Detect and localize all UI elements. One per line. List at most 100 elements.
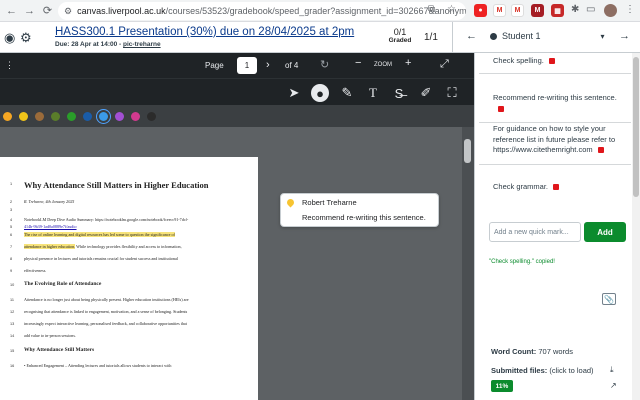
color-swatch[interactable] bbox=[19, 112, 28, 121]
document-line-rest: While technology provides flexibility an… bbox=[75, 244, 182, 249]
delete-icon[interactable] bbox=[553, 184, 560, 191]
graded-number: 0/1 bbox=[393, 27, 407, 37]
fullscreen-icon[interactable]: ⤢ bbox=[440, 58, 449, 71]
extension-red-icon[interactable]: ● bbox=[474, 4, 487, 17]
color-swatch[interactable] bbox=[147, 112, 156, 121]
document-page[interactable]: 1 Why Attendance Still Matters in Higher… bbox=[0, 157, 258, 400]
color-swatch[interactable] bbox=[115, 112, 124, 121]
next-student-icon[interactable]: → bbox=[619, 30, 630, 42]
highlight-pen-icon[interactable]: ✎ bbox=[338, 84, 356, 102]
install-app-icon[interactable]: ⧉ bbox=[428, 4, 435, 15]
comment-author: Robert Treharne bbox=[302, 198, 357, 207]
quick-comment-item[interactable]: For guidance on how to style your refere… bbox=[479, 117, 631, 165]
rotate-icon[interactable]: ↻ bbox=[320, 58, 329, 71]
document-scrollbar[interactable] bbox=[462, 127, 474, 400]
delete-icon[interactable] bbox=[498, 105, 504, 112]
more-menu-icon[interactable]: ⋮ bbox=[625, 4, 635, 15]
extensions-puzzle-icon[interactable]: ✱ bbox=[571, 4, 579, 15]
assignment-title[interactable]: HASS300.1 Presentation (30%) due on 28/0… bbox=[55, 26, 354, 38]
zoom-in-icon[interactable]: + bbox=[405, 57, 411, 69]
bookmark-star-icon[interactable]: ☆ bbox=[447, 4, 456, 15]
panel-scroll-thumb[interactable] bbox=[633, 57, 639, 197]
highlighted-text[interactable]: attendance in higher education. bbox=[24, 244, 76, 249]
color-swatch[interactable] bbox=[99, 112, 108, 121]
extension-m-icon[interactable]: M bbox=[531, 4, 544, 17]
line-number: 15 bbox=[10, 349, 15, 353]
quick-comment-item[interactable]: Check spelling. bbox=[479, 53, 631, 74]
color-swatch[interactable] bbox=[83, 112, 92, 121]
line-number: 12 bbox=[10, 310, 15, 314]
strikeout-icon[interactable]: S̶ bbox=[390, 84, 408, 102]
graded-count: 0/1 Graded bbox=[387, 27, 413, 44]
click-to-load-link[interactable]: (click to load) bbox=[549, 366, 593, 375]
sidebar-menu-icon[interactable]: ⋮ bbox=[5, 60, 14, 71]
add-quick-mark-button[interactable]: Add bbox=[584, 222, 626, 242]
page-total: of 4 bbox=[285, 61, 299, 70]
delete-icon[interactable] bbox=[597, 147, 604, 154]
page-number-input[interactable]: 1 bbox=[237, 57, 257, 74]
text-tool-icon[interactable]: T bbox=[364, 84, 382, 102]
select-cursor-icon[interactable]: ➤ bbox=[285, 84, 303, 102]
line-number: 10 bbox=[10, 283, 15, 287]
address-bar[interactable]: ⚙ canvas.liverpool.ac.uk /courses/53523/… bbox=[58, 2, 466, 20]
line-number: 7 bbox=[10, 245, 13, 249]
line-number: 4 bbox=[10, 218, 13, 222]
zoom-out-icon[interactable]: − bbox=[355, 57, 361, 69]
forward-icon[interactable]: → bbox=[21, 2, 38, 19]
submitted-files: Submitted files: (click to load) bbox=[491, 366, 594, 375]
prev-student-icon[interactable]: ← bbox=[466, 30, 477, 42]
site-info-icon[interactable]: ⚙ bbox=[64, 6, 72, 17]
submitted-files-label: Submitted files: bbox=[491, 366, 548, 375]
document-line: The Evolving Role of Attendance bbox=[24, 281, 102, 287]
document-line: effectiveness. bbox=[24, 268, 47, 273]
line-number: 14 bbox=[10, 334, 15, 338]
profile-avatar[interactable] bbox=[604, 4, 617, 17]
due-date: Due: 28 Apr at 14:00 - pic-treharne bbox=[55, 41, 161, 48]
line-number: 8 bbox=[10, 257, 13, 261]
student-selector[interactable]: Student 1 ▾ bbox=[490, 31, 605, 41]
student-position: 1/1 bbox=[424, 32, 438, 43]
extension-gmail-2-icon[interactable]: M bbox=[511, 4, 524, 17]
document-viewer-toolbar: ⋮ Page 1 › of 4 ↻ − ZOOM + ⤢ bbox=[0, 53, 474, 78]
back-icon[interactable]: ← bbox=[3, 2, 20, 19]
color-swatch[interactable] bbox=[35, 112, 44, 121]
due-link[interactable]: pic-treharne bbox=[123, 41, 161, 48]
quick-comment-text: Recommend re-writing this sentence. bbox=[493, 93, 617, 102]
color-swatch[interactable] bbox=[67, 112, 76, 121]
line-number: 11 bbox=[10, 298, 14, 302]
speedgrader-header: ◉ ⚙ HASS300.1 Presentation (30%) due on … bbox=[0, 22, 640, 53]
browser-toolbar: ← → ⟳ ⚙ canvas.liverpool.ac.uk /courses/… bbox=[0, 0, 640, 22]
attachment-paperclip-icon[interactable]: 📎 bbox=[602, 293, 616, 305]
url-path: /courses/53523/gradebook/speed_grader?as… bbox=[165, 6, 466, 16]
quick-comment-text: Check grammar. bbox=[493, 182, 549, 191]
similarity-score-badge[interactable]: 11% bbox=[491, 380, 513, 392]
color-swatch[interactable] bbox=[51, 112, 60, 121]
document-scroll-thumb[interactable] bbox=[464, 139, 471, 163]
settings-gear-icon[interactable]: ⚙ bbox=[20, 30, 32, 46]
comment-body: Recommend re-writing this sentence. bbox=[302, 213, 426, 222]
delete-icon[interactable] bbox=[548, 58, 555, 65]
freehand-draw-icon[interactable]: ✐ bbox=[417, 84, 435, 102]
document-line: NotebookLM Deep Dive Audio Summary: http… bbox=[24, 217, 189, 222]
annotation-comment-popup[interactable]: Robert Treharne Recommend re-writing thi… bbox=[280, 193, 439, 227]
color-swatch[interactable] bbox=[131, 112, 140, 121]
grading-panel: Check spelling. Recommend re-writing thi… bbox=[474, 53, 640, 400]
extension-gmail-icon[interactable]: M bbox=[493, 4, 506, 17]
reload-icon[interactable]: ⟳ bbox=[39, 2, 56, 19]
word-count: Word Count: 707 words bbox=[491, 347, 573, 356]
download-icon[interactable]: ⤓ bbox=[610, 365, 614, 375]
sidebar-toggle-icon[interactable]: ▭ bbox=[586, 4, 595, 15]
area-box-icon[interactable]: ⛶ bbox=[443, 84, 461, 102]
point-annotation-icon[interactable]: ● bbox=[311, 84, 329, 102]
quick-mark-input[interactable]: Add a new quick mark... bbox=[489, 222, 581, 242]
quick-comment-item[interactable]: Check grammar. bbox=[479, 173, 631, 203]
word-count-label: Word Count: bbox=[491, 347, 537, 356]
document-line: physical presence in lectures and tutori… bbox=[24, 256, 178, 261]
annotation-toolbar: ➤ ● ✎ T S̶ ✐ ⛶ bbox=[0, 78, 474, 105]
open-external-icon[interactable]: ↗ bbox=[610, 381, 617, 390]
visibility-eye-icon[interactable]: ◉ bbox=[4, 30, 15, 46]
color-swatch[interactable] bbox=[3, 112, 12, 121]
next-page-icon[interactable]: › bbox=[266, 59, 270, 71]
line-number: 16 bbox=[10, 364, 15, 368]
extension-grid-icon[interactable]: ▦ bbox=[551, 4, 564, 17]
